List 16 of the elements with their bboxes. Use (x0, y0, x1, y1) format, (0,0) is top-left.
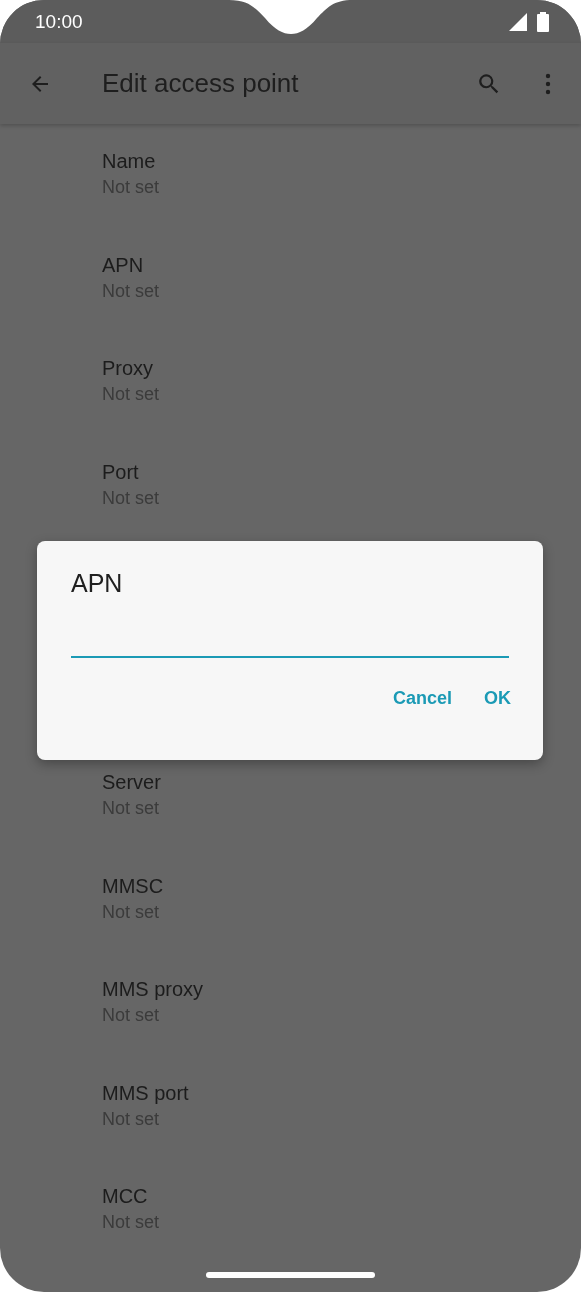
battery-icon (537, 11, 549, 32)
setting-title: Name (102, 149, 156, 174)
status-time: 10:00 (35, 10, 83, 33)
setting-title: Port (102, 459, 139, 485)
signal-icon (509, 12, 527, 31)
setting-title: Server (102, 770, 161, 795)
dialog-button[interactable]: OK (470, 678, 525, 719)
screen-title: Edit access point (102, 68, 300, 99)
dialog-title: APN (71, 569, 123, 598)
setting-title: MMS port (102, 1080, 189, 1106)
setting-title: MMSC (102, 873, 164, 899)
dialog-button[interactable]: Cancel (378, 678, 466, 719)
setting-title: MCC (102, 1184, 148, 1209)
setting-title: MMS proxy (102, 977, 204, 1002)
setting-title: Proxy (102, 356, 154, 381)
setting-title: APN (102, 252, 144, 278)
